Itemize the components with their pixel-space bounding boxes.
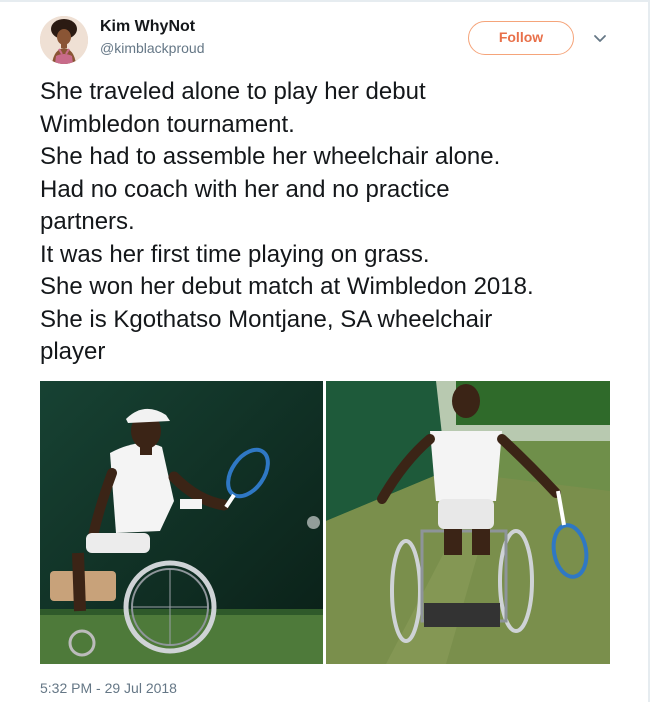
avatar[interactable] [40, 16, 88, 64]
tweet-line: She had to assemble her wheelchair alone… [40, 143, 501, 170]
tweet-line: She is Kgothatso Montjane, SA wheelchair [40, 305, 493, 333]
author-name[interactable]: Kim WhyNot [100, 18, 195, 36]
photo-player-forehand[interactable] [40, 381, 323, 664]
tweet-text: She traveled alone to play her debut Wim… [40, 76, 630, 369]
tweet-line: player [40, 338, 106, 365]
photo-player-serve[interactable] [326, 381, 610, 664]
tweet-timestamp[interactable]: 5:32 PM - 29 Jul 2018 [40, 680, 177, 696]
tweet-line: partners. [40, 208, 135, 235]
tweet-line: She traveled alone to play her debut [40, 78, 426, 105]
tweet-line: Wimbledon tournament. [40, 110, 295, 138]
tweet-line: She won her debut match at Wimbledon 201… [40, 273, 534, 300]
author-handle[interactable]: @kimblackproud [100, 40, 204, 56]
chevron-down-icon[interactable] [592, 30, 608, 46]
tweet-line: Had no coach with her and no practice [40, 175, 450, 203]
tweet-line: It was her first time playing on grass. [40, 240, 430, 268]
arrow-right-icon[interactable] [307, 516, 320, 529]
follow-button[interactable]: Follow [468, 21, 574, 55]
top-divider [0, 0, 650, 2]
media-gallery [40, 381, 610, 664]
